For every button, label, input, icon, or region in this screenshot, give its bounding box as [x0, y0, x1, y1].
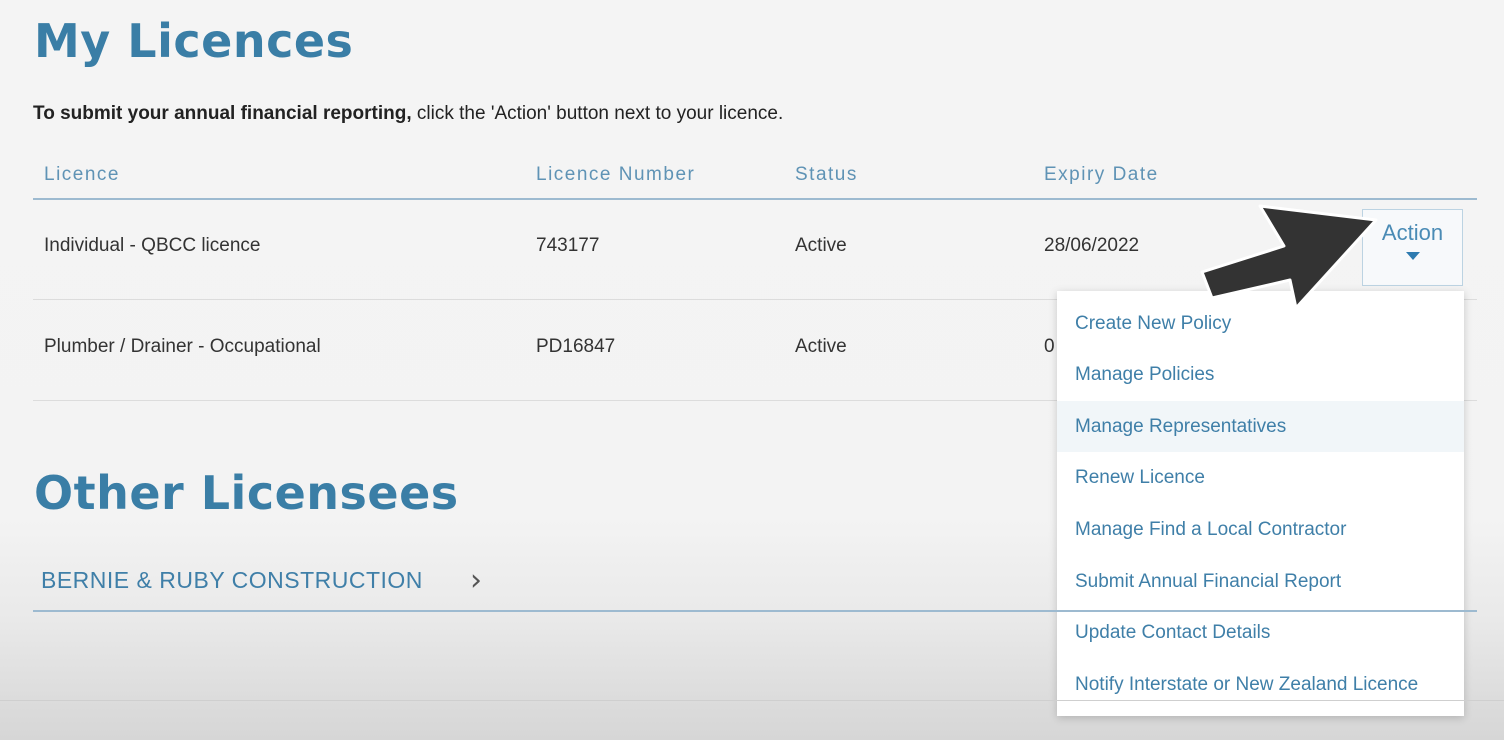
other-licensees-title: Other Licensees	[34, 466, 459, 520]
menu-item-manage-find-local-contractor[interactable]: Manage Find a Local Contractor	[1057, 504, 1464, 555]
cell-expiry-date: 0	[1044, 336, 1055, 357]
cell-status: Active	[795, 336, 847, 357]
menu-item-update-contact-details[interactable]: Update Contact Details	[1057, 607, 1464, 658]
caret-down-icon	[1405, 252, 1420, 260]
header-status: Status	[795, 164, 858, 185]
pointer-arrow-icon	[1200, 204, 1378, 310]
menu-item-renew-licence[interactable]: Renew Licence	[1057, 452, 1464, 503]
intro-text: To submit your annual financial reportin…	[33, 103, 783, 125]
licence-table-header: Licence Licence Number Status Expiry Dat…	[33, 160, 1477, 200]
action-dropdown-menu: Create New Policy Manage Policies Manage…	[1057, 291, 1464, 716]
page: My Licences To submit your annual financ…	[0, 0, 1504, 740]
menu-item-manage-representatives[interactable]: Manage Representatives	[1057, 401, 1464, 452]
cell-expiry-date: 28/06/2022	[1044, 235, 1140, 256]
cell-licence-number: PD16847	[536, 336, 616, 357]
intro-rest: click the 'Action' button next to your l…	[411, 103, 784, 124]
chevron-right-icon[interactable]: ›	[470, 563, 482, 598]
cell-status: Active	[795, 235, 847, 256]
other-licensee-row[interactable]: BERNIE & RUBY CONSTRUCTION ›	[33, 555, 1477, 612]
footer-divider	[0, 700, 1504, 701]
intro-bold: To submit your annual financial reportin…	[33, 103, 412, 124]
header-expiry-date: Expiry Date	[1044, 164, 1159, 185]
my-licences-title: My Licences	[34, 14, 354, 68]
menu-item-notify-interstate-licence[interactable]: Notify Interstate or New Zealand Licence	[1057, 659, 1464, 710]
cell-licence-number: 743177	[536, 235, 600, 256]
cell-licence: Individual - QBCC licence	[44, 235, 261, 256]
header-licence-number: Licence Number	[536, 164, 696, 185]
other-licensee-name[interactable]: BERNIE & RUBY CONSTRUCTION	[41, 567, 423, 594]
header-licence: Licence	[44, 164, 120, 185]
menu-item-manage-policies[interactable]: Manage Policies	[1057, 349, 1464, 400]
cell-licence: Plumber / Drainer - Occupational	[44, 336, 321, 357]
